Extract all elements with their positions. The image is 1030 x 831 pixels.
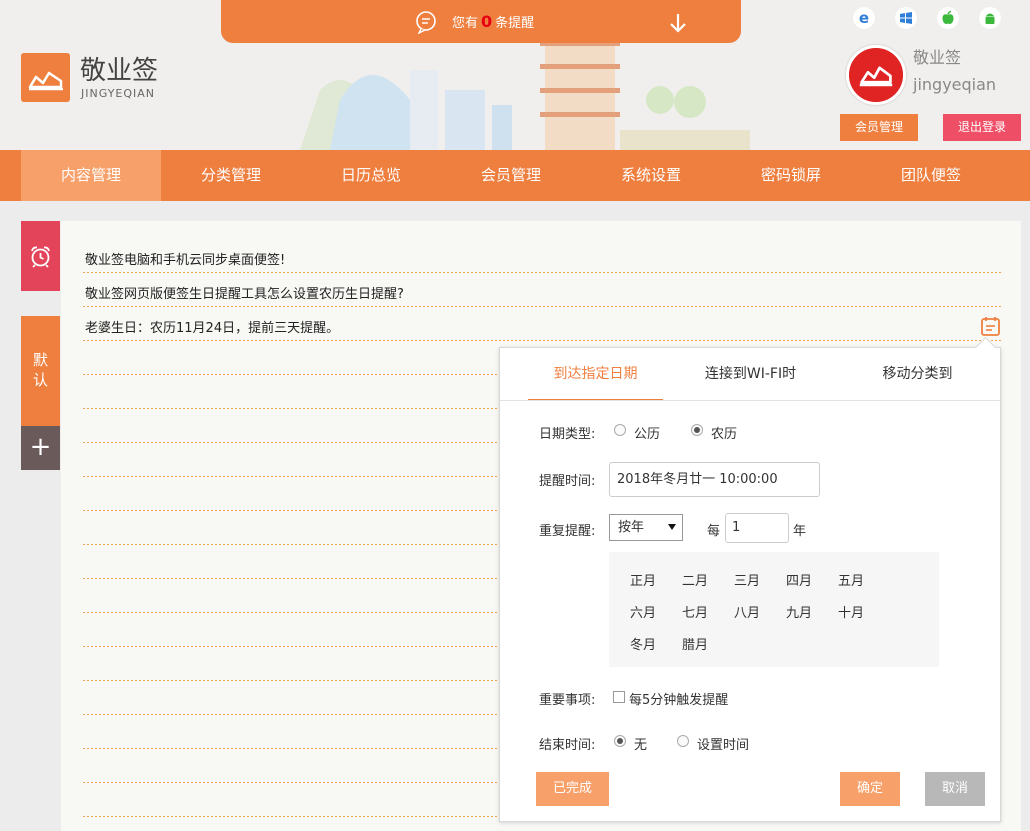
category-label-char-2: 认 (32, 371, 48, 389)
category-label-char-1: 默 (32, 351, 48, 369)
alarm-clock-icon (31, 246, 50, 268)
every-unit: 年 (793, 524, 807, 539)
nav-member-management[interactable]: 会员管理 (441, 150, 581, 201)
month-option[interactable]: 三月 (734, 570, 760, 589)
radio-end-none-label: 无 (634, 738, 648, 753)
repeat-interval-input[interactable]: 1 (725, 513, 789, 543)
note-item[interactable]: 敬业签电脑和手机云同步桌面便签! (85, 249, 285, 268)
android-icon[interactable] (979, 7, 1001, 29)
nav-calendar-overview[interactable]: 日历总览 (301, 150, 441, 201)
brand-name: 敬业签 (80, 56, 159, 86)
note-item[interactable]: 敬业签网页版便签生日提醒工具怎么设置农历生日提醒? (85, 283, 404, 302)
note-calendar-icon[interactable] (980, 316, 1001, 337)
important-option-label: 每5分钟触发提醒 (629, 693, 729, 708)
repeat-select-value: 按年 (618, 520, 645, 535)
reminder-tab[interactable] (21, 221, 60, 291)
radio-gregorian[interactable] (614, 424, 626, 436)
month-option[interactable]: 七月 (682, 602, 708, 621)
month-picker: 正月 二月 三月 四月 五月 六月 七月 八月 九月 十月 冬月 腊月 (609, 552, 939, 667)
header-skyline-illustration (260, 30, 780, 150)
add-category-button[interactable]: + (21, 426, 60, 470)
note-item[interactable]: 老婆生日：农历11月24日，提前三天提醒。 (85, 317, 339, 336)
remind-time-input[interactable]: 2018年冬月廿一 10:00:00 (609, 462, 820, 497)
tab-specified-date[interactable]: 到达指定日期 (528, 348, 663, 401)
ie-icon[interactable]: e (853, 7, 875, 29)
radio-gregorian-label: 公历 (634, 427, 661, 442)
important-label: 重要事项: (539, 693, 596, 708)
tab-divider (500, 400, 1000, 401)
svg-text:e: e (859, 9, 869, 27)
cancel-button[interactable]: 取消 (925, 772, 985, 806)
radio-end-none[interactable] (614, 735, 626, 747)
plus-icon: + (29, 432, 52, 462)
month-option[interactable]: 正月 (630, 570, 656, 589)
notification-bar[interactable]: 您有 0 条提醒 (221, 0, 741, 43)
logout-button[interactable]: 退出登录 (943, 114, 1021, 141)
every-label: 每 (707, 524, 721, 539)
nav-content-management[interactable]: 内容管理 (21, 150, 161, 201)
nav-category-management[interactable]: 分类管理 (161, 150, 301, 201)
windows-icon[interactable] (895, 7, 917, 29)
dropdown-arrow-icon (668, 524, 676, 530)
month-option[interactable]: 腊月 (682, 634, 708, 653)
member-management-button[interactable]: 会员管理 (840, 114, 918, 141)
chat-bubble-icon (416, 11, 436, 34)
month-option[interactable]: 二月 (682, 570, 708, 589)
month-option[interactable]: 五月 (838, 570, 864, 589)
user-name: 敬业签 (913, 48, 962, 67)
radio-end-set-time[interactable] (677, 735, 689, 747)
tab-wifi[interactable]: 连接到WI-FI时 (683, 348, 818, 401)
done-button[interactable]: 已完成 (536, 772, 609, 806)
radio-end-set-time-label: 设置时间 (697, 738, 750, 753)
notification-count: 0 (481, 12, 493, 31)
end-time-label: 结束时间: (539, 738, 596, 753)
repeat-label: 重复提醒: (539, 524, 596, 539)
radio-lunar-label: 农历 (711, 427, 738, 442)
reminder-popup: 到达指定日期 连接到WI-FI时 移动分类到 日期类型: 公历 农历 提醒时间:… (499, 347, 1001, 822)
date-type-label: 日期类型: (539, 427, 596, 442)
apple-icon[interactable] (937, 7, 959, 29)
month-option[interactable]: 九月 (786, 602, 812, 621)
month-option[interactable]: 冬月 (630, 634, 656, 653)
header: 您有 0 条提醒 敬业签 JINGYEQIAN e 敬业签 jingyeqian 会… (0, 0, 1030, 150)
nav-team-notes[interactable]: 团队便签 (861, 150, 1001, 201)
month-option[interactable]: 六月 (630, 602, 656, 621)
month-option[interactable]: 八月 (734, 602, 760, 621)
nav-system-settings[interactable]: 系统设置 (581, 150, 721, 201)
month-option[interactable]: 四月 (786, 570, 812, 589)
confirm-button[interactable]: 确定 (840, 772, 900, 806)
radio-lunar[interactable] (691, 424, 703, 436)
important-checkbox[interactable] (613, 691, 625, 703)
notification-text: 您有 0 条提醒 (452, 12, 535, 31)
nav-password-lock[interactable]: 密码锁屏 (721, 150, 861, 201)
main-nav: 内容管理 分类管理 日历总览 会员管理 系统设置 密码锁屏 团队便签 (0, 150, 1030, 201)
month-option[interactable]: 十月 (838, 602, 864, 621)
user-id: jingyeqian (913, 75, 997, 94)
avatar[interactable] (846, 45, 906, 105)
brand-subtitle: JINGYEQIAN (81, 87, 156, 100)
repeat-select[interactable]: 按年 (609, 514, 683, 541)
arrow-down-icon[interactable] (668, 12, 688, 34)
tab-move-category[interactable]: 移动分类到 (850, 348, 985, 401)
brand-logo-icon (21, 53, 70, 102)
remind-time-label: 提醒时间: (539, 474, 596, 489)
category-tab-default[interactable]: 默 认 (21, 316, 60, 426)
